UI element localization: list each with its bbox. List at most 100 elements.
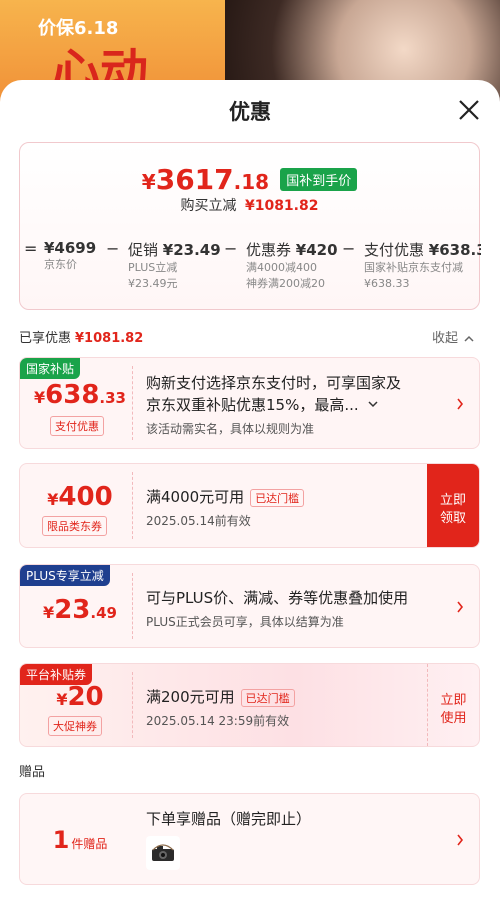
card-title-line2: 京东双重补贴优惠15%，最高... — [146, 396, 359, 414]
card-title-text: 满200元可用 — [146, 688, 235, 706]
card-corner-tag: 国家补贴 — [20, 358, 81, 379]
price-breakdown[interactable]: = ¥4699 京东价 − 促销 ¥23.49 PLUS立减 ¥23.49元 −… — [20, 239, 481, 311]
discount-sheet: 优惠 ¥3617.18 国补到手价 购买立减 ¥1081.82 = ¥4699 … — [0, 80, 500, 906]
final-price-int: 3617 — [155, 163, 234, 196]
chevron-down-icon[interactable] — [368, 400, 378, 408]
card-divider — [132, 672, 133, 738]
already-enjoyed: 已享优惠 ¥1081.82 — [19, 327, 143, 346]
purchase-save-line: 购买立减 ¥1081.82 — [20, 195, 479, 215]
use-button-line2: 使用 — [440, 711, 467, 726]
card-corner-tag: PLUS专享立减 — [20, 565, 110, 586]
collapse-label: 收起 — [432, 331, 459, 346]
breakdown-op: − — [224, 239, 238, 258]
card-amount-dec: .33 — [99, 389, 126, 407]
camera-gift-icon — [152, 844, 174, 861]
card-amount: ¥400 — [30, 482, 130, 512]
final-price-dec: .18 — [233, 170, 270, 194]
breakdown-sub: 京东价 — [44, 258, 77, 271]
chevron-up-icon — [464, 335, 474, 342]
sheet-title: 优惠 — [229, 100, 271, 124]
card-amount: ¥20 — [30, 682, 130, 712]
breakdown-op: = — [24, 239, 38, 258]
threshold-badge: 已达门槛 — [250, 488, 305, 507]
card-amount-currency: ¥ — [56, 690, 68, 709]
purchase-save-amount: ¥1081.82 — [244, 198, 319, 214]
card-amount-int: 638 — [45, 380, 100, 410]
card-title: 满4000元可用 已达门槛 — [146, 486, 305, 507]
breakdown-sub: PLUS立减 — [128, 261, 178, 274]
gift-count-unit: 件赠品 — [71, 837, 108, 851]
claim-button[interactable]: 立即 领取 — [427, 464, 479, 547]
breakdown-sub: 神券满200减20 — [246, 277, 325, 290]
final-price-line: ¥3617.18 国补到手价 — [20, 163, 479, 196]
final-price-currency: ¥ — [141, 170, 156, 194]
card-divider — [132, 573, 133, 639]
already-label: 已享优惠 — [19, 331, 72, 346]
discount-card-plus[interactable]: PLUS专享立减 ¥23.49 可与PLUS价、满减、券等优惠叠加使用 PLUS… — [19, 564, 480, 648]
discount-card-subsidy[interactable]: 国家补贴 ¥638.33 支付优惠 购新支付选择京东支付时，可享国家及 京东双重… — [19, 357, 480, 449]
purchase-save-label: 购买立减 — [180, 198, 237, 214]
card-amount-currency: ¥ — [34, 388, 46, 407]
card-title-text: 满4000元可用 — [146, 488, 245, 506]
gift-card[interactable]: 1 件赠品 下单享赠品（赠完即止） — [19, 793, 480, 885]
card-title: 满200元可用 已达门槛 — [146, 686, 295, 707]
already-amount: ¥1081.82 — [75, 331, 144, 346]
breakdown-item: ¥4699 京东价 — [44, 239, 96, 273]
card-sublabel: 限品类东券 — [42, 516, 107, 536]
discount-card-coupon-400[interactable]: ¥400 限品类东券 满4000元可用 已达门槛 2025.05.14前有效 立即… — [19, 463, 480, 548]
breakdown-sub: ¥638.33 — [364, 277, 410, 290]
card-sublabel: 支付优惠 — [50, 416, 104, 436]
card-amount: ¥638.33 — [30, 380, 130, 410]
discount-card-platform[interactable]: 平台补贴券 ¥20 大促神券 满200元可用 已达门槛 2025.05.14 23… — [19, 663, 480, 747]
final-price: ¥3617.18 — [142, 163, 269, 196]
close-icon[interactable] — [457, 98, 481, 122]
breakdown-sub: 国家补贴京东支付减 — [364, 261, 463, 274]
use-button-line1: 立即 — [440, 693, 467, 708]
breakdown-label: 支付优惠 — [364, 241, 425, 259]
card-title: 可与PLUS价、满减、券等优惠叠加使用 — [146, 589, 409, 607]
chevron-right-icon[interactable] — [456, 398, 464, 410]
card-sublabel: 大促神券 — [48, 716, 102, 736]
card-divider — [132, 366, 133, 440]
breakdown-sub: 满4000减400 — [246, 261, 317, 274]
breakdown-item: 优惠券 ¥420 满4000减400 神券满200减20 — [246, 239, 338, 292]
gift-count-number: 1 — [52, 826, 70, 854]
card-divider — [132, 472, 133, 539]
card-desc: 2025.05.14前有效 — [146, 514, 251, 528]
price-summary: ¥3617.18 国补到手价 购买立减 ¥1081.82 = ¥4699 京东价… — [19, 142, 481, 311]
gift-title: 下单享赠品（赠完即止） — [146, 810, 312, 828]
breakdown-op: − — [342, 239, 356, 258]
card-amount-int: 23 — [54, 595, 91, 625]
breakdown-label: 优惠券 — [246, 241, 292, 259]
chevron-right-icon[interactable] — [456, 834, 464, 846]
claim-button-line2: 领取 — [439, 511, 466, 526]
card-amount-int: 400 — [58, 482, 113, 512]
threshold-badge: 已达门槛 — [240, 688, 295, 707]
card-desc: PLUS正式会员可享，具体以结算为准 — [146, 615, 344, 629]
card-desc: 该活动需实名，具体以规则为准 — [146, 422, 315, 436]
gifts-section-title: 赠品 — [19, 765, 46, 780]
card-amount-currency: ¥ — [43, 603, 55, 622]
breakdown-item: 促销 ¥23.49 PLUS立减 ¥23.49元 — [128, 239, 221, 292]
breakdown-op: − — [106, 239, 120, 258]
use-button[interactable]: 立即 使用 — [427, 664, 479, 746]
card-title: 购新支付选择京东支付时，可享国家及 — [146, 374, 402, 392]
breakdown-item: 支付优惠 ¥638.33 国家补贴京东支付减 ¥638.33 — [364, 239, 481, 292]
final-price-badge: 国补到手价 — [280, 168, 358, 191]
breakdown-value: ¥638.33 — [428, 241, 481, 259]
breakdown-label: 促销 — [128, 241, 159, 259]
breakdown-sub: ¥23.49元 — [128, 277, 178, 290]
card-amount-currency: ¥ — [47, 490, 59, 509]
breakdown-value: ¥4699 — [44, 239, 97, 257]
claim-button-line1: 立即 — [439, 493, 466, 508]
breakdown-value: ¥420 — [295, 241, 338, 259]
card-amount: ¥23.49 — [30, 595, 130, 625]
card-amount-int: 20 — [67, 682, 104, 712]
card-amount-dec: .49 — [90, 604, 117, 622]
collapse-toggle[interactable]: 收起 — [432, 327, 474, 346]
gift-thumbnail[interactable] — [146, 836, 180, 870]
card-desc: 2025.05.14 23:59前有效 — [146, 714, 290, 728]
chevron-right-icon[interactable] — [456, 601, 464, 613]
breakdown-value: ¥23.49 — [162, 241, 221, 259]
gift-count: 1 件赠品 — [30, 826, 130, 854]
